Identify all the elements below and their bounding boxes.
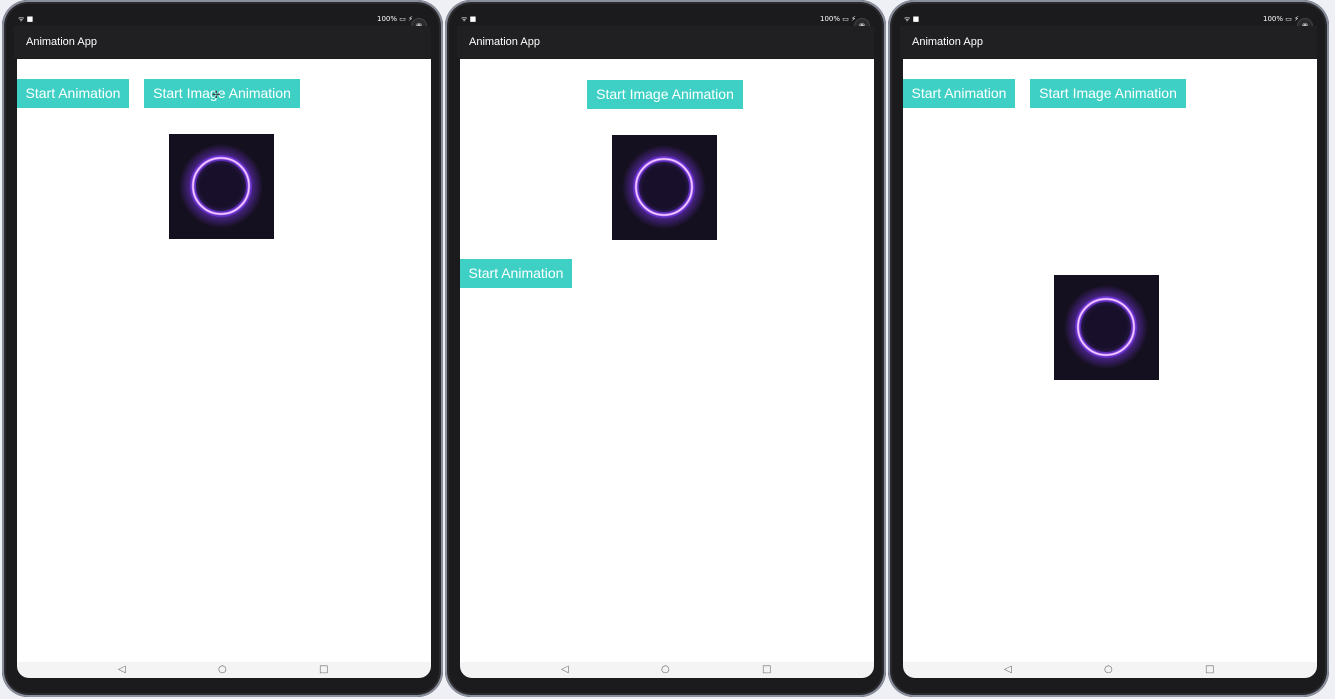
device-frame-1: ᯤ ■ 100% ▭ ⚡ ◉ Animation App Start Anima… (2, 0, 443, 697)
app-bar: Animation App (457, 26, 874, 58)
recents-icon[interactable]: □ (762, 664, 771, 676)
start-animation-button[interactable]: Start Animation (903, 79, 1015, 108)
glowing-ring-icon (1054, 275, 1159, 380)
home-icon[interactable]: ○ (218, 664, 227, 676)
back-icon[interactable]: ◁ (1004, 664, 1012, 676)
status-bar: ᯤ ■ 100% ▭ ⚡ (900, 14, 1317, 24)
status-bar: ᯤ ■ 100% ▭ ⚡ (457, 14, 874, 24)
status-right-icons: 100% ▭ ⚡ (1263, 15, 1299, 23)
mouse-cursor-icon: ✢ (212, 90, 221, 101)
screen-content: Start Animation Start Image Animation ✢ (17, 59, 431, 662)
animated-image (612, 135, 717, 240)
start-animation-button[interactable]: Start Animation (460, 259, 572, 288)
start-animation-button[interactable]: Start Animation (17, 79, 129, 108)
animated-image (169, 134, 274, 239)
status-left-icons: ᯤ ■ (904, 15, 920, 23)
recents-icon[interactable]: □ (1205, 664, 1214, 676)
glowing-ring-icon (169, 134, 274, 239)
app-title: Animation App (912, 36, 983, 48)
home-icon[interactable]: ○ (661, 664, 670, 676)
screen-content: Start Animation Start Image Animation (903, 59, 1317, 662)
start-image-animation-button[interactable]: Start Image Animation (587, 80, 743, 109)
status-left-icons: ᯤ ■ (461, 15, 477, 23)
status-bar: ᯤ ■ 100% ▭ ⚡ (14, 14, 431, 24)
recents-icon[interactable]: □ (319, 664, 328, 676)
animated-image (1054, 275, 1159, 380)
home-icon[interactable]: ○ (1104, 664, 1113, 676)
start-image-animation-button[interactable]: Start Image Animation (1030, 79, 1186, 108)
app-title: Animation App (26, 36, 97, 48)
screen-content: Start Image Animation Start Animation (460, 59, 874, 662)
back-icon[interactable]: ◁ (561, 664, 569, 676)
navigation-bar: ◁ ○ □ (17, 662, 431, 678)
app-title: Animation App (469, 36, 540, 48)
app-bar: Animation App (900, 26, 1317, 58)
start-image-animation-button[interactable]: Start Image Animation (144, 79, 300, 108)
navigation-bar: ◁ ○ □ (460, 662, 874, 678)
status-left-icons: ᯤ ■ (18, 15, 34, 23)
status-right-icons: 100% ▭ ⚡ (377, 15, 413, 23)
glowing-ring-icon (612, 135, 717, 240)
app-bar: Animation App (14, 26, 431, 58)
navigation-bar: ◁ ○ □ (903, 662, 1317, 678)
status-right-icons: 100% ▭ ⚡ (820, 15, 856, 23)
back-icon[interactable]: ◁ (118, 664, 126, 676)
device-frame-2: ᯤ ■ 100% ▭ ⚡ ◉ Animation App Start Image… (445, 0, 886, 697)
device-frame-3: ᯤ ■ 100% ▭ ⚡ ◉ Animation App Start Anima… (888, 0, 1329, 697)
